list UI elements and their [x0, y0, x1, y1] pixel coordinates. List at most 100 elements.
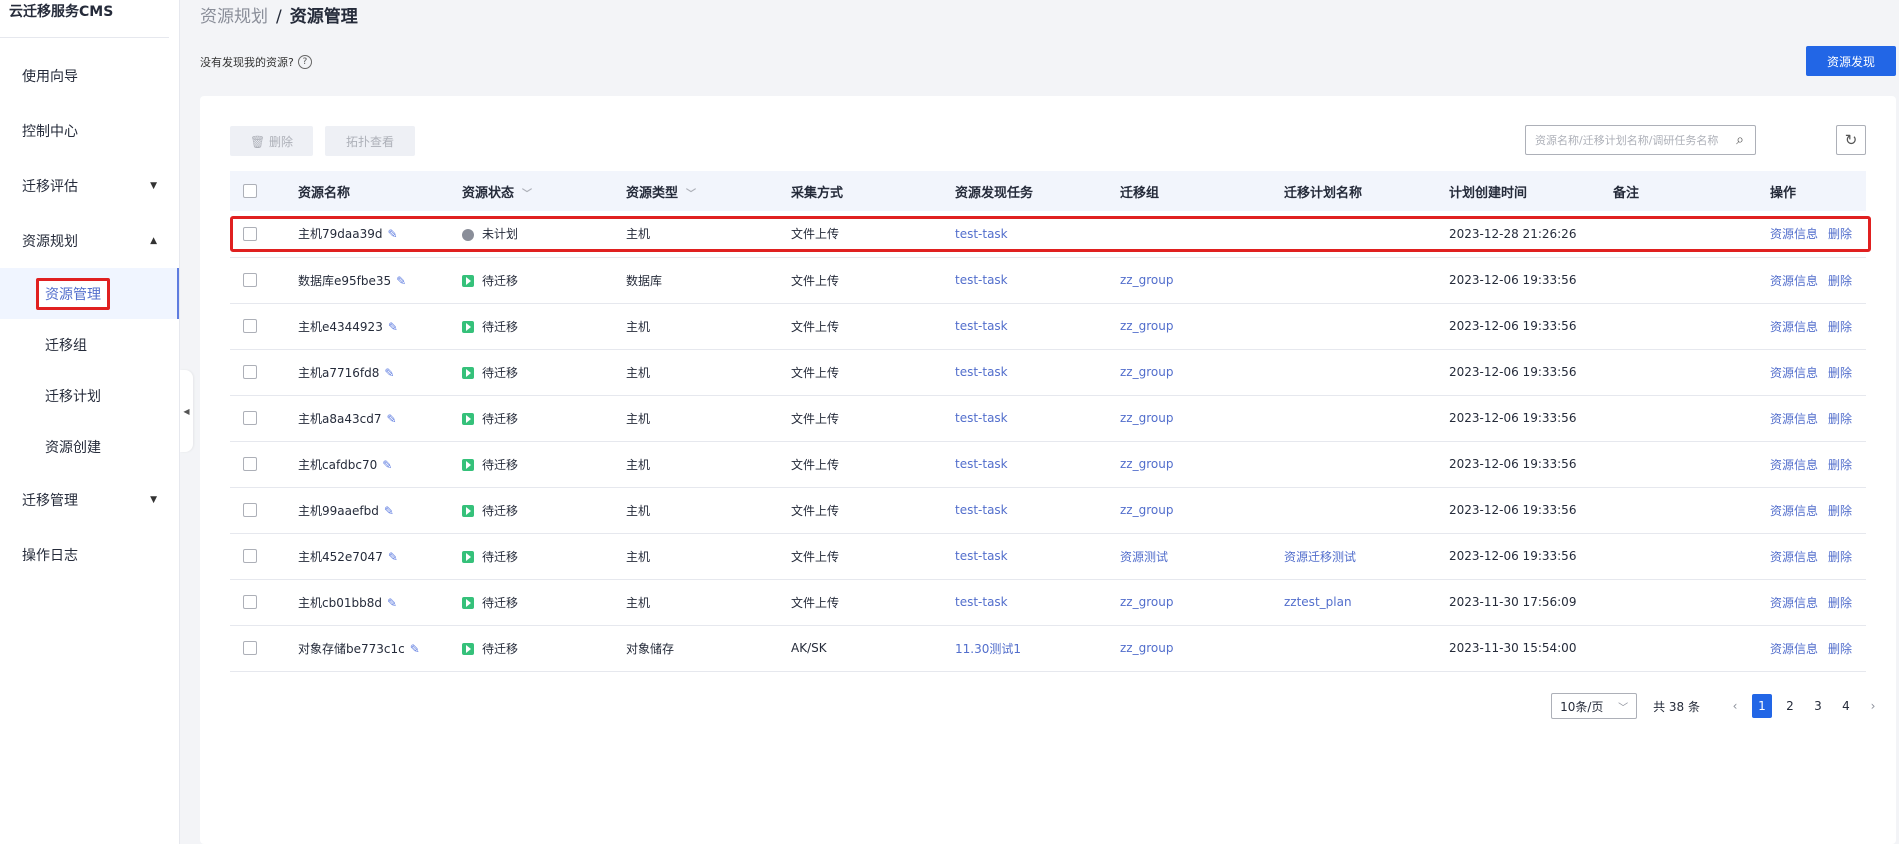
group-link[interactable]: zz_group [1120, 273, 1173, 287]
delete-link[interactable]: 删除 [1828, 504, 1852, 518]
next-page-icon[interactable]: › [1860, 699, 1886, 713]
resource-info-link[interactable]: 资源信息 [1770, 227, 1818, 241]
page-2[interactable]: 2 [1776, 699, 1804, 713]
cell-group: zz_group [1120, 395, 1284, 441]
task-link[interactable]: test-task [955, 595, 1008, 609]
page-size-select[interactable]: 10条/页 ﹀ [1551, 693, 1638, 719]
edit-icon[interactable]: ✎ [386, 412, 396, 426]
edit-icon[interactable]: ✎ [387, 596, 397, 610]
edit-icon[interactable]: ✎ [388, 550, 398, 564]
row-checkbox[interactable] [243, 273, 257, 288]
refresh-button[interactable]: ↻ [1836, 125, 1866, 155]
sidebar-item-migration-management[interactable]: 迁移管理 ▼ [0, 472, 179, 527]
sidebar-item-operation-log[interactable]: 操作日志 [0, 527, 179, 582]
task-link[interactable]: test-task [955, 411, 1008, 425]
cell-group: zz_group [1120, 579, 1284, 625]
edit-icon[interactable]: ✎ [387, 227, 397, 241]
row-checkbox[interactable] [243, 503, 257, 518]
delete-link[interactable]: 删除 [1828, 412, 1852, 426]
filter-chevron-icon[interactable]: ﹀ [522, 189, 532, 200]
cell-created: 2023-11-30 15:54:00 [1449, 641, 1577, 655]
task-link[interactable]: test-task [955, 549, 1008, 563]
delete-button[interactable]: 🗑 删除 [230, 126, 313, 156]
search-input[interactable] [1526, 127, 1725, 153]
sidebar-item-migration-group[interactable]: 迁移组 [0, 319, 179, 370]
task-link[interactable]: 11.30测试1 [955, 642, 1021, 656]
resource-info-link[interactable]: 资源信息 [1770, 504, 1818, 518]
group-link[interactable]: zz_group [1120, 365, 1173, 379]
filter-chevron-icon[interactable]: ﹀ [686, 189, 696, 200]
delete-link[interactable]: 删除 [1828, 550, 1852, 564]
resource-name: 主机e4344923 [298, 319, 383, 334]
edit-icon[interactable]: ✎ [388, 320, 398, 334]
prev-page-icon[interactable]: ‹ [1722, 699, 1748, 713]
group-link[interactable]: zz_group [1120, 457, 1173, 471]
edit-icon[interactable]: ✎ [384, 366, 394, 380]
task-link[interactable]: test-task [955, 273, 1008, 287]
page-4[interactable]: 4 [1832, 699, 1860, 713]
row-checkbox[interactable] [243, 595, 257, 610]
sidebar-collapse-handle[interactable]: ◀ [180, 370, 193, 452]
resource-info-link[interactable]: 资源信息 [1770, 550, 1818, 564]
plan-link[interactable]: 资源迁移测试 [1284, 550, 1356, 564]
resource-info-link[interactable]: 资源信息 [1770, 412, 1818, 426]
group-link[interactable]: 资源测试 [1120, 550, 1168, 564]
group-link[interactable]: zz_group [1120, 319, 1173, 333]
sidebar-item-resource-planning[interactable]: 资源规划 ▲ [0, 213, 179, 268]
edit-icon[interactable]: ✎ [396, 274, 406, 288]
task-link[interactable]: test-task [955, 319, 1008, 333]
delete-link[interactable]: 删除 [1828, 227, 1852, 241]
resource-info-link[interactable]: 资源信息 [1770, 320, 1818, 334]
delete-link[interactable]: 删除 [1828, 642, 1852, 656]
resource-info-link[interactable]: 资源信息 [1770, 274, 1818, 288]
task-link[interactable]: test-task [955, 457, 1008, 471]
resource-info-link[interactable]: 资源信息 [1770, 458, 1818, 472]
header-type[interactable]: 资源类型 ﹀ [626, 171, 791, 211]
header-status[interactable]: 资源状态 ﹀ [462, 171, 626, 211]
edit-icon[interactable]: ✎ [382, 458, 392, 472]
delete-link[interactable]: 删除 [1828, 320, 1852, 334]
resource-name: 主机452e7047 [298, 549, 383, 564]
topology-view-button[interactable]: 拓扑查看 [325, 126, 415, 156]
help-icon[interactable]: ? [297, 55, 312, 69]
edit-icon[interactable]: ✎ [384, 504, 394, 518]
task-link[interactable]: test-task [955, 227, 1008, 241]
search-icon[interactable]: ⌕ [1725, 132, 1755, 148]
select-all-checkbox[interactable] [243, 184, 257, 198]
row-checkbox[interactable] [243, 549, 257, 564]
delete-link[interactable]: 删除 [1828, 458, 1852, 472]
page-1[interactable]: 1 [1752, 694, 1772, 718]
plan-link[interactable]: zztest_plan [1284, 595, 1352, 609]
sidebar-nav: 使用向导 控制中心 迁移评估 ▼ 资源规划 ▲ 资源管理 迁移组 迁移计划 资源… [0, 48, 179, 582]
page-3[interactable]: 3 [1804, 699, 1832, 713]
table-row: 主机99aaefbd ✎ 待迁移 主机 文件上传 test-task zz_group 202… [230, 487, 1866, 533]
resource-discovery-button[interactable]: 资源发现 [1806, 46, 1896, 76]
sidebar-item-assessment[interactable]: 迁移评估 ▼ [0, 158, 179, 213]
resource-info-link[interactable]: 资源信息 [1770, 366, 1818, 380]
group-link[interactable]: zz_group [1120, 503, 1173, 517]
row-checkbox[interactable] [243, 365, 257, 380]
resource-info-link[interactable]: 资源信息 [1770, 596, 1818, 610]
row-checkbox[interactable] [243, 411, 257, 426]
resource-info-link[interactable]: 资源信息 [1770, 642, 1818, 656]
edit-icon[interactable]: ✎ [410, 642, 420, 656]
sidebar-item-guide[interactable]: 使用向导 [0, 48, 179, 103]
task-link[interactable]: test-task [955, 365, 1008, 379]
group-link[interactable]: zz_group [1120, 595, 1173, 609]
row-checkbox[interactable] [243, 457, 257, 472]
sidebar-item-resource-creation[interactable]: 资源创建 [0, 421, 179, 472]
delete-link[interactable]: 删除 [1828, 596, 1852, 610]
sidebar-item-console[interactable]: 控制中心 [0, 103, 179, 158]
sidebar-item-resource-management[interactable]: 资源管理 [0, 268, 179, 319]
delete-link[interactable]: 删除 [1828, 366, 1852, 380]
row-checkbox[interactable] [243, 227, 257, 241]
delete-link[interactable]: 删除 [1828, 274, 1852, 288]
sidebar-item-migration-plan[interactable]: 迁移计划 [0, 370, 179, 421]
group-link[interactable]: zz_group [1120, 411, 1173, 425]
row-checkbox[interactable] [243, 641, 257, 656]
breadcrumb-parent[interactable]: 资源规划 [200, 7, 268, 27]
group-link[interactable]: zz_group [1120, 641, 1173, 655]
task-link[interactable]: test-task [955, 503, 1008, 517]
table-header-row: 资源名称 资源状态 ﹀ 资源类型 ﹀ 采集方式 资源发现任务 迁移组 迁移计划名称 … [230, 171, 1866, 211]
row-checkbox[interactable] [243, 319, 257, 334]
